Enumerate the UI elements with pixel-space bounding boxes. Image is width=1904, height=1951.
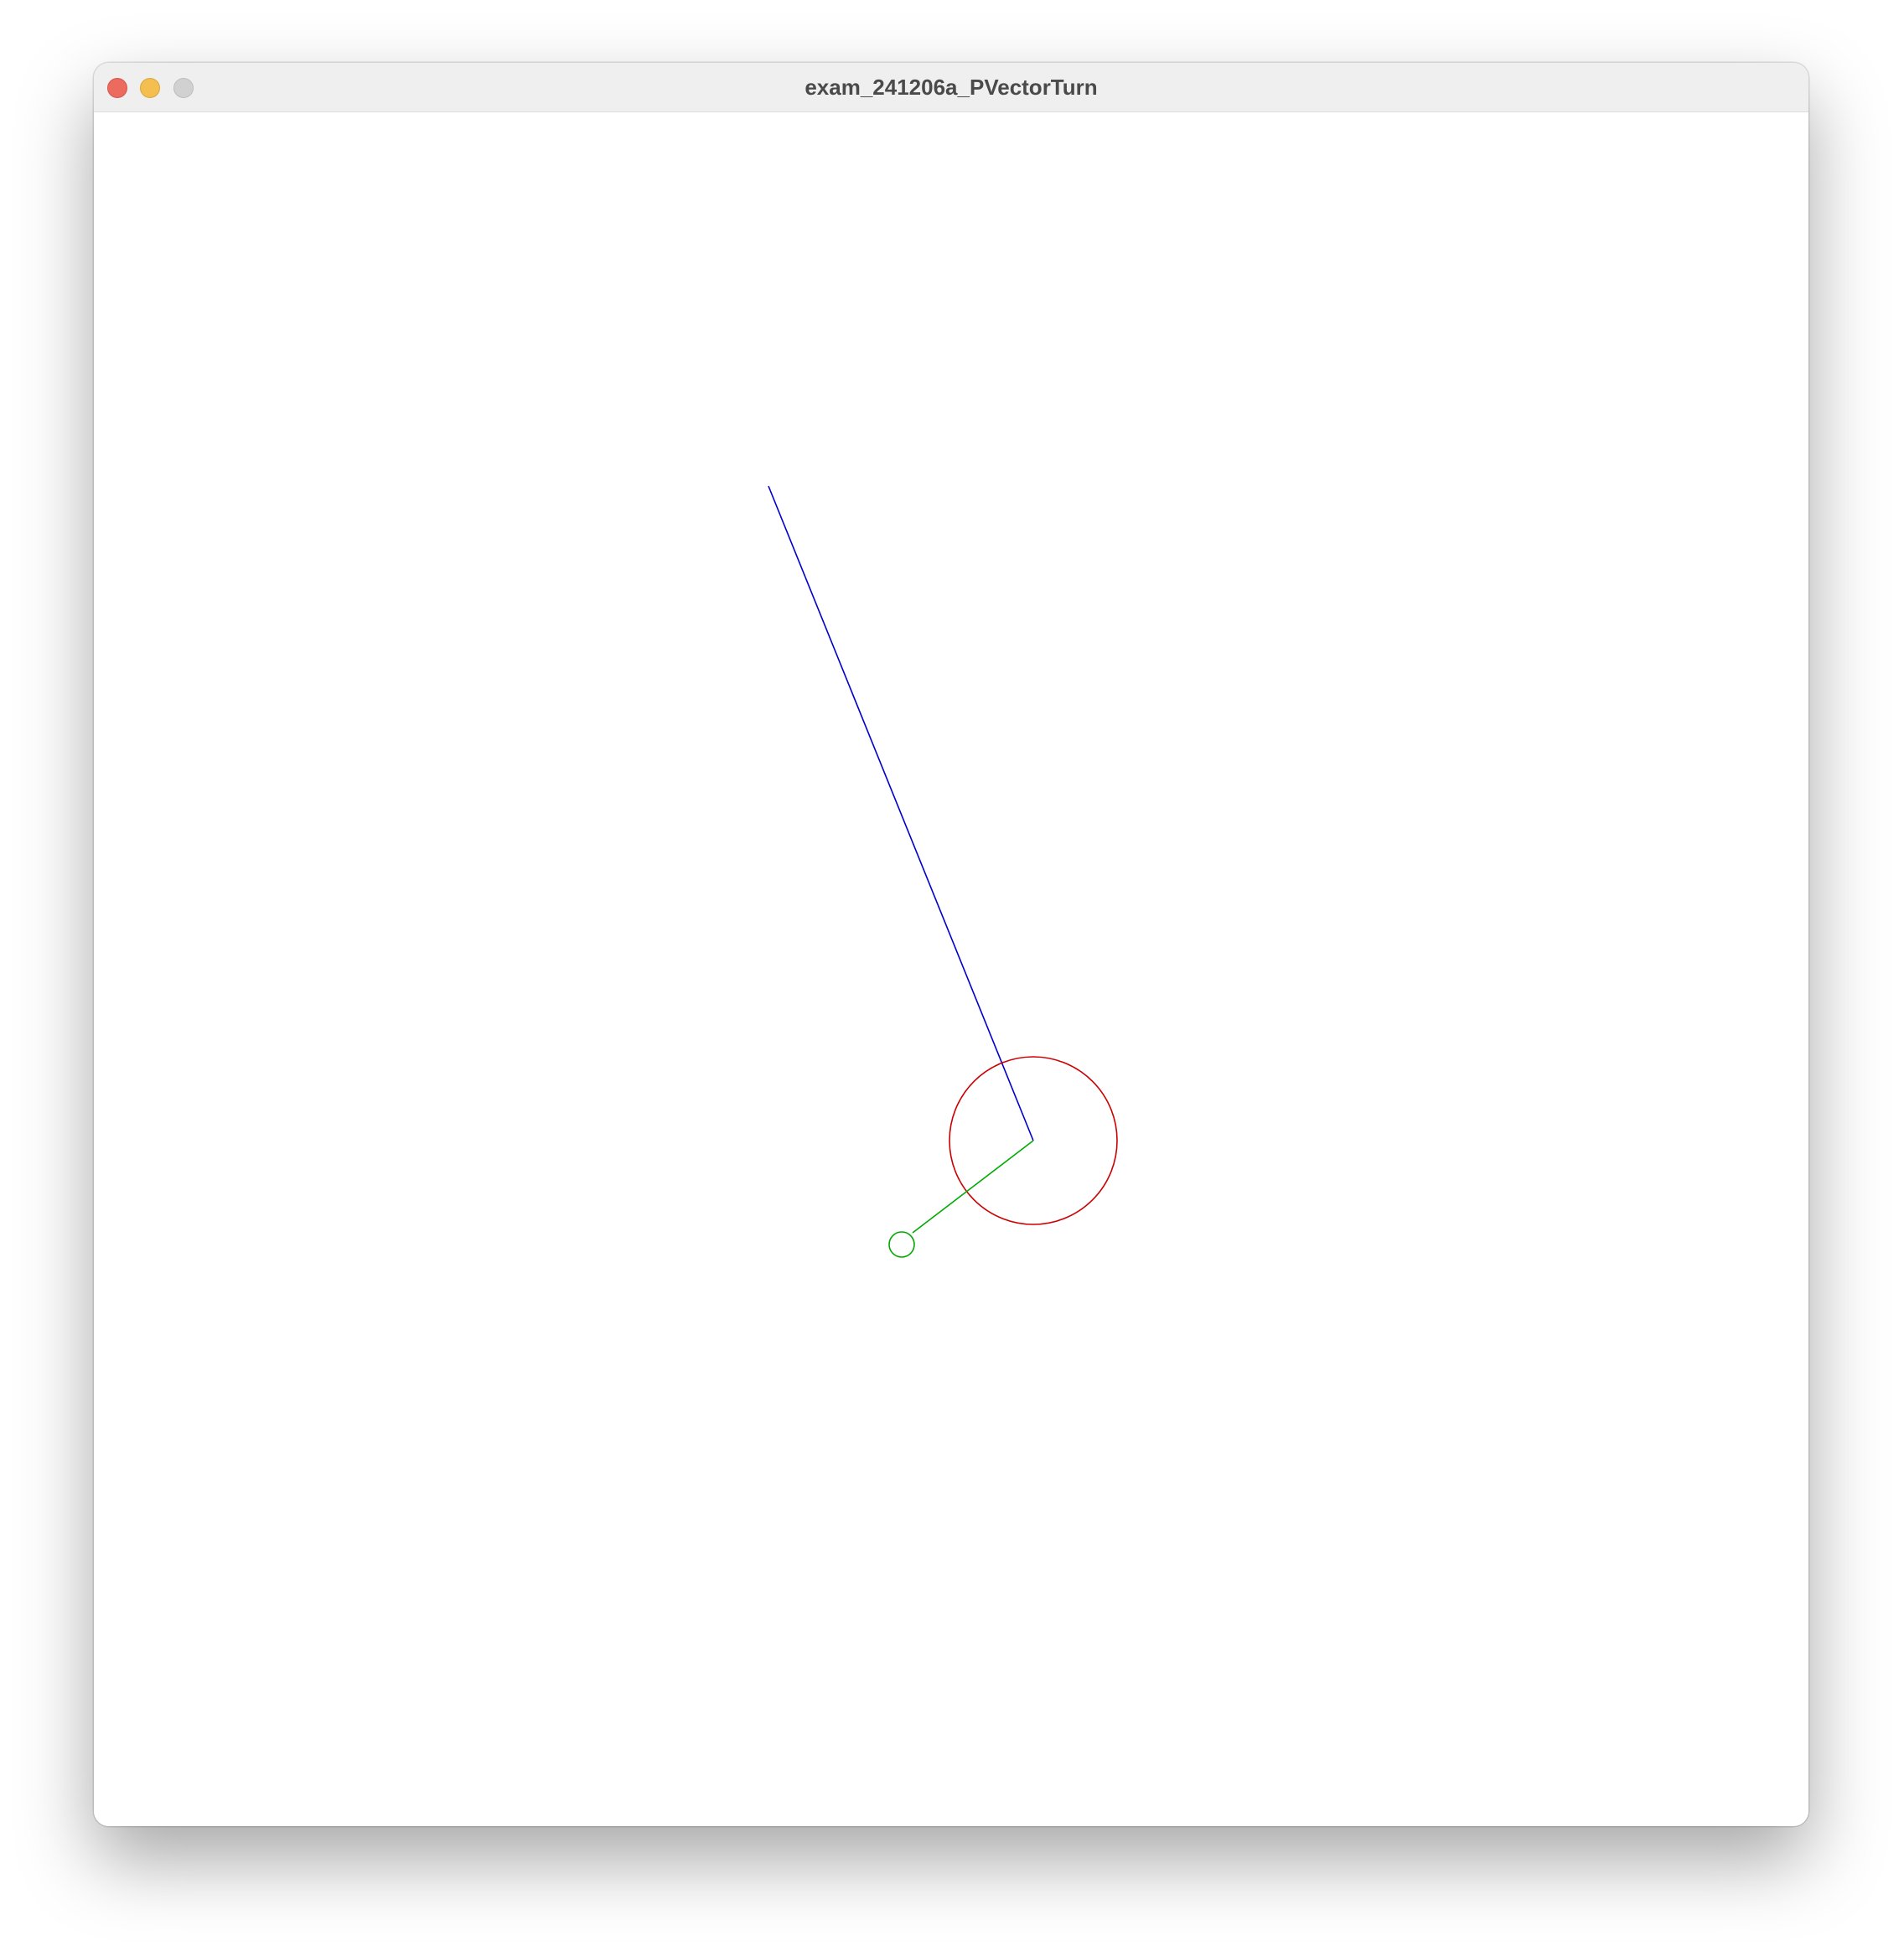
green-vector-line (912, 1140, 1034, 1234)
blue-vector-line (768, 485, 1034, 1141)
window-title: exam_241206a_PVectorTurn (805, 75, 1098, 100)
sketch-drawing (768, 485, 1118, 1258)
app-window: exam_241206a_PVectorTurn (94, 63, 1808, 1826)
sketch-canvas[interactable] (94, 112, 1808, 1826)
title-bar[interactable]: exam_241206a_PVectorTurn (94, 63, 1808, 112)
green-circle (888, 1231, 915, 1258)
